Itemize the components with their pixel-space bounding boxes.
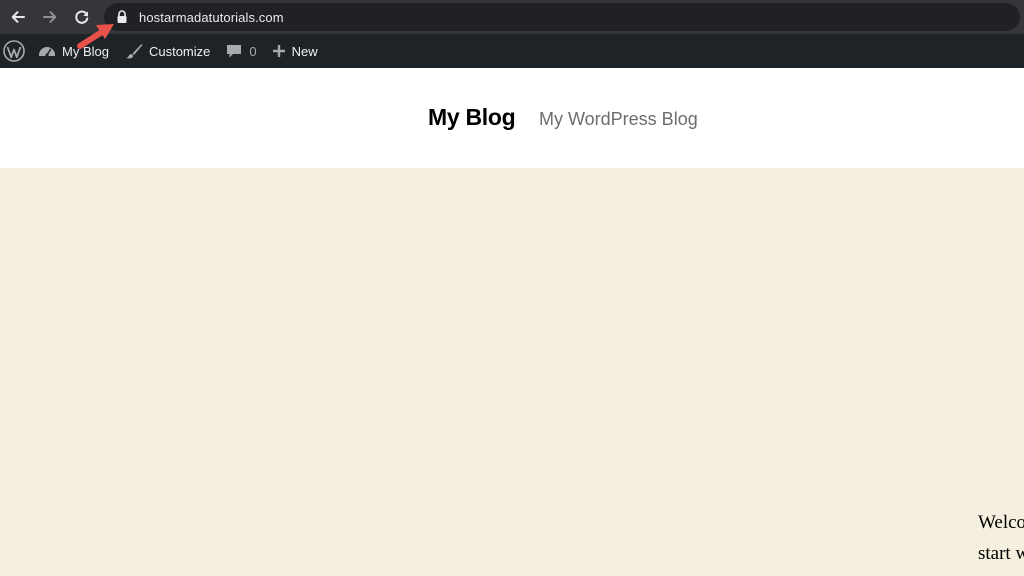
url-text: hostarmadatutorials.com bbox=[139, 9, 284, 25]
admin-bar-comments[interactable]: 0 bbox=[226, 34, 257, 68]
back-button[interactable] bbox=[2, 0, 34, 34]
annotation-arrow-icon bbox=[77, 24, 114, 49]
admin-bar-customize[interactable]: Customize bbox=[125, 34, 210, 68]
plus-icon bbox=[272, 45, 285, 57]
forward-icon bbox=[43, 11, 57, 23]
address-bar[interactable]: hostarmadatutorials.com bbox=[104, 3, 1020, 31]
site-tagline: My WordPress Blog bbox=[539, 109, 698, 129]
site-title[interactable]: My Blog bbox=[428, 104, 516, 131]
back-icon bbox=[11, 11, 25, 23]
welcome-paragraph: Welco start w bbox=[978, 507, 1024, 569]
customize-label: Customize bbox=[148, 43, 211, 59]
site-header: My Blog My WordPress Blog bbox=[0, 68, 1024, 168]
wordpress-logo-icon bbox=[3, 40, 25, 62]
admin-bar-new[interactable]: New bbox=[272, 34, 318, 68]
welcome-line-2: start w bbox=[978, 543, 1024, 564]
dashboard-icon bbox=[39, 47, 55, 57]
comment-icon bbox=[227, 45, 242, 58]
content-area: Welco start w bbox=[0, 168, 1024, 576]
wp-admin-bar: My Blog Customize 0 New bbox=[0, 34, 1024, 68]
new-label: New bbox=[291, 43, 318, 59]
wordpress-menu[interactable] bbox=[1, 34, 27, 68]
browser-toolbar: hostarmadatutorials.com bbox=[0, 0, 1024, 34]
forward-button[interactable] bbox=[34, 0, 66, 34]
comments-count: 0 bbox=[249, 43, 257, 59]
brush-icon bbox=[125, 44, 143, 59]
welcome-line-1: Welco bbox=[978, 512, 1024, 533]
